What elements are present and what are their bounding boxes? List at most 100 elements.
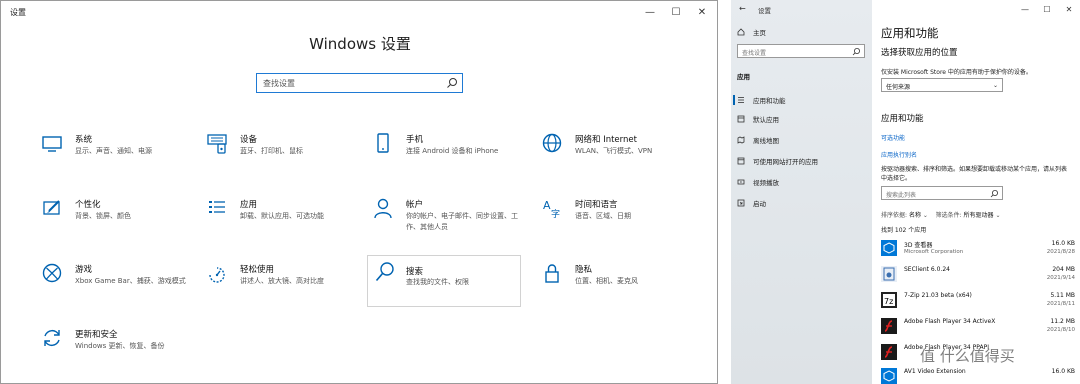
app-size: 11.2 MB bbox=[1050, 318, 1075, 325]
globe-icon bbox=[542, 133, 562, 153]
app-row[interactable]: SEClient 6.0.24 204 MB 2021/9/14 bbox=[881, 264, 1075, 286]
source-description: 仅安装 Microsoft Store 中的应用有助于保护你的设备。 bbox=[881, 69, 1032, 76]
startup-icon bbox=[737, 199, 745, 207]
sidebar-group-label: 应用 bbox=[737, 73, 750, 81]
apps-list-icon bbox=[738, 97, 744, 103]
sidebar-item-label: 默认应用 bbox=[753, 116, 779, 124]
language-icon: A字 bbox=[543, 199, 560, 219]
title-bar: 设置 — ☐ ✕ bbox=[1, 1, 717, 23]
active-indicator bbox=[733, 95, 735, 105]
tile-desc: 背景、锁屏、颜色 bbox=[75, 212, 131, 220]
dropdown-value: 任何来源 bbox=[886, 84, 911, 91]
app-size: 5.11 MB bbox=[1050, 292, 1075, 299]
sort-dropdown[interactable]: 名称 bbox=[909, 212, 921, 219]
app-size: 16.0 KB bbox=[1051, 368, 1075, 375]
app-name: SEClient 6.0.24 bbox=[904, 266, 950, 273]
window-title: 设置 bbox=[10, 8, 26, 17]
search-icon bbox=[990, 190, 998, 198]
tile-title: 帐户 bbox=[406, 200, 424, 210]
app-source-dropdown[interactable]: 任何来源 ⌄ bbox=[881, 78, 1003, 92]
app-row[interactable]: 3D 查看器 Microsoft Corporation 16.0 KB 202… bbox=[881, 238, 1075, 260]
phone-icon bbox=[377, 133, 389, 153]
tile-title: 网络和 Internet bbox=[575, 135, 637, 145]
minimize-button[interactable]: — bbox=[1014, 0, 1036, 18]
seclient-icon bbox=[881, 266, 897, 282]
tile-desc: 查找我的文件、权限 bbox=[406, 278, 469, 286]
tile-network[interactable]: 网络和 Internet WLAN、飞行模式、VPN bbox=[537, 128, 690, 180]
apps-count: 找到 102 个应用 bbox=[881, 227, 927, 234]
maximize-button[interactable]: ☐ bbox=[663, 1, 689, 23]
tile-phone[interactable]: 手机 连接 Android 设备和 iPhone bbox=[368, 128, 521, 180]
keyboard-icon bbox=[207, 134, 227, 154]
tile-system[interactable]: 系统 显示、声音、通知、电源 bbox=[37, 128, 190, 180]
back-arrow-icon[interactable]: ← bbox=[739, 4, 746, 13]
app-row[interactable]: AV1 Video Extension 16.0 KB bbox=[881, 366, 1075, 384]
app-date: 2021/8/11 bbox=[1046, 301, 1075, 307]
monitor-icon bbox=[42, 136, 62, 152]
sidebar-item-label: 启动 bbox=[753, 200, 766, 208]
chevron-down-icon: ⌄ bbox=[995, 212, 1001, 219]
app-row[interactable]: Adobe Flash Player 34 ActiveX 11.2 MB 20… bbox=[881, 316, 1075, 338]
tile-search[interactable]: 搜索 查找我的文件、权限 bbox=[367, 255, 521, 307]
tile-update-security[interactable]: 更新和安全 Windows 更新、恢复、备份 bbox=[37, 323, 190, 375]
app-name: 3D 查看器 bbox=[904, 242, 933, 249]
tile-accounts[interactable]: 帐户 你的帐户、电子邮件、同步设置、工作、其他人员 bbox=[368, 193, 521, 245]
list-search-input[interactable]: 搜索此列表 bbox=[881, 186, 1003, 200]
sidebar-item-apps-features[interactable]: 应用和功能 bbox=[737, 94, 786, 106]
tile-time-language[interactable]: A字 时间和语言 语音、区域、日期 bbox=[537, 193, 690, 245]
tile-desc: 卸载、默认应用、可选功能 bbox=[240, 212, 324, 220]
sidebar-search-input[interactable]: 查找设置 bbox=[737, 44, 865, 58]
search-icon bbox=[447, 78, 457, 88]
sidebar-item-default-apps[interactable]: 默认应用 bbox=[737, 113, 779, 125]
app-date: 2021/8/10 bbox=[1046, 327, 1075, 333]
close-button[interactable]: ✕ bbox=[1058, 0, 1080, 18]
paintbrush-icon bbox=[43, 200, 60, 215]
tile-ease-of-access[interactable]: 轻松使用 讲述人、放大镜、高对比度 bbox=[202, 258, 355, 310]
tile-title: 时间和语言 bbox=[575, 200, 618, 210]
sort-label: 排序依据: bbox=[881, 212, 908, 219]
app-row[interactable]: 7z 7-Zip 21.03 beta (x64) 5.11 MB 2021/8… bbox=[881, 290, 1075, 312]
watermark: 值 什么值得买 bbox=[920, 347, 1015, 365]
tile-desc: 连接 Android 设备和 iPhone bbox=[406, 147, 499, 155]
optional-features-link[interactable]: 可选功能 bbox=[881, 133, 905, 142]
svg-text:7z: 7z bbox=[884, 297, 893, 306]
tile-privacy[interactable]: 隐私 位置、相机、麦克风 bbox=[537, 258, 690, 310]
tile-desc: 你的帐户、电子邮件、同步设置、工作、其他人员 bbox=[406, 212, 518, 231]
app-date: 2021/9/14 bbox=[1046, 275, 1075, 281]
filter-dropdown[interactable]: 所有驱动器 bbox=[964, 212, 994, 219]
search-icon bbox=[852, 48, 860, 56]
tile-title: 应用 bbox=[240, 200, 258, 210]
settings-window: 设置 — ☐ ✕ Windows 设置 查找设置 系统 显示、声音、通知、电源 … bbox=[0, 0, 718, 384]
tile-title: 手机 bbox=[406, 135, 424, 145]
sidebar-item-video-playback[interactable]: 视频播放 bbox=[737, 176, 779, 188]
tile-desc: 语音、区域、日期 bbox=[575, 212, 631, 220]
apps-settings-window: ← 设置 主页 查找设置 应用 应用和功能 默认应用 离线地图 可使用网站打开的… bbox=[731, 0, 1080, 384]
sidebar-item-apps-for-websites[interactable]: 可使用网站打开的应用 bbox=[737, 155, 818, 167]
screenshot-stage: 设置 — ☐ ✕ Windows 设置 查找设置 系统 显示、声音、通知、电源 … bbox=[0, 0, 1080, 384]
home-icon bbox=[737, 28, 745, 36]
tile-devices[interactable]: 设备 蓝牙、打印机、鼠标 bbox=[202, 128, 355, 180]
sidebar-item-home[interactable]: 主页 bbox=[737, 26, 766, 38]
tile-title: 隐私 bbox=[575, 265, 593, 275]
tile-personalization[interactable]: 个性化 背景、锁屏、颜色 bbox=[37, 193, 190, 245]
tile-desc: Windows 更新、恢复、备份 bbox=[75, 342, 165, 350]
app-execution-alias-link[interactable]: 应用执行别名 bbox=[881, 150, 917, 159]
app-date: 2021/8/28 bbox=[1046, 249, 1075, 255]
maximize-button[interactable]: ☐ bbox=[1036, 0, 1058, 18]
lock-icon bbox=[545, 264, 559, 283]
tile-desc: 显示、声音、通知、电源 bbox=[75, 147, 152, 155]
close-button[interactable]: ✕ bbox=[689, 1, 715, 23]
sidebar-item-offline-maps[interactable]: 离线地图 bbox=[737, 134, 779, 146]
sidebar-item-label: 应用和功能 bbox=[753, 97, 786, 105]
sidebar-item-label: 离线地图 bbox=[753, 137, 779, 145]
xbox-icon bbox=[42, 263, 62, 283]
apps-list-description: 按驱动器搜索、排序和筛选。如果想要卸载或移动某个应用，请从列表中选择它。 bbox=[881, 166, 1068, 182]
flash-icon bbox=[881, 344, 897, 360]
tile-apps[interactable]: 应用 卸载、默认应用、可选功能 bbox=[202, 193, 355, 245]
tile-gaming[interactable]: 游戏 Xbox Game Bar、捕获、游戏模式 bbox=[37, 258, 190, 310]
sidebar-item-startup[interactable]: 启动 bbox=[737, 197, 766, 209]
search-input[interactable]: 查找设置 bbox=[256, 73, 463, 93]
tile-desc: WLAN、飞行模式、VPN bbox=[575, 147, 653, 155]
search-placeholder: 查找设置 bbox=[742, 50, 767, 57]
minimize-button[interactable]: — bbox=[637, 1, 663, 23]
